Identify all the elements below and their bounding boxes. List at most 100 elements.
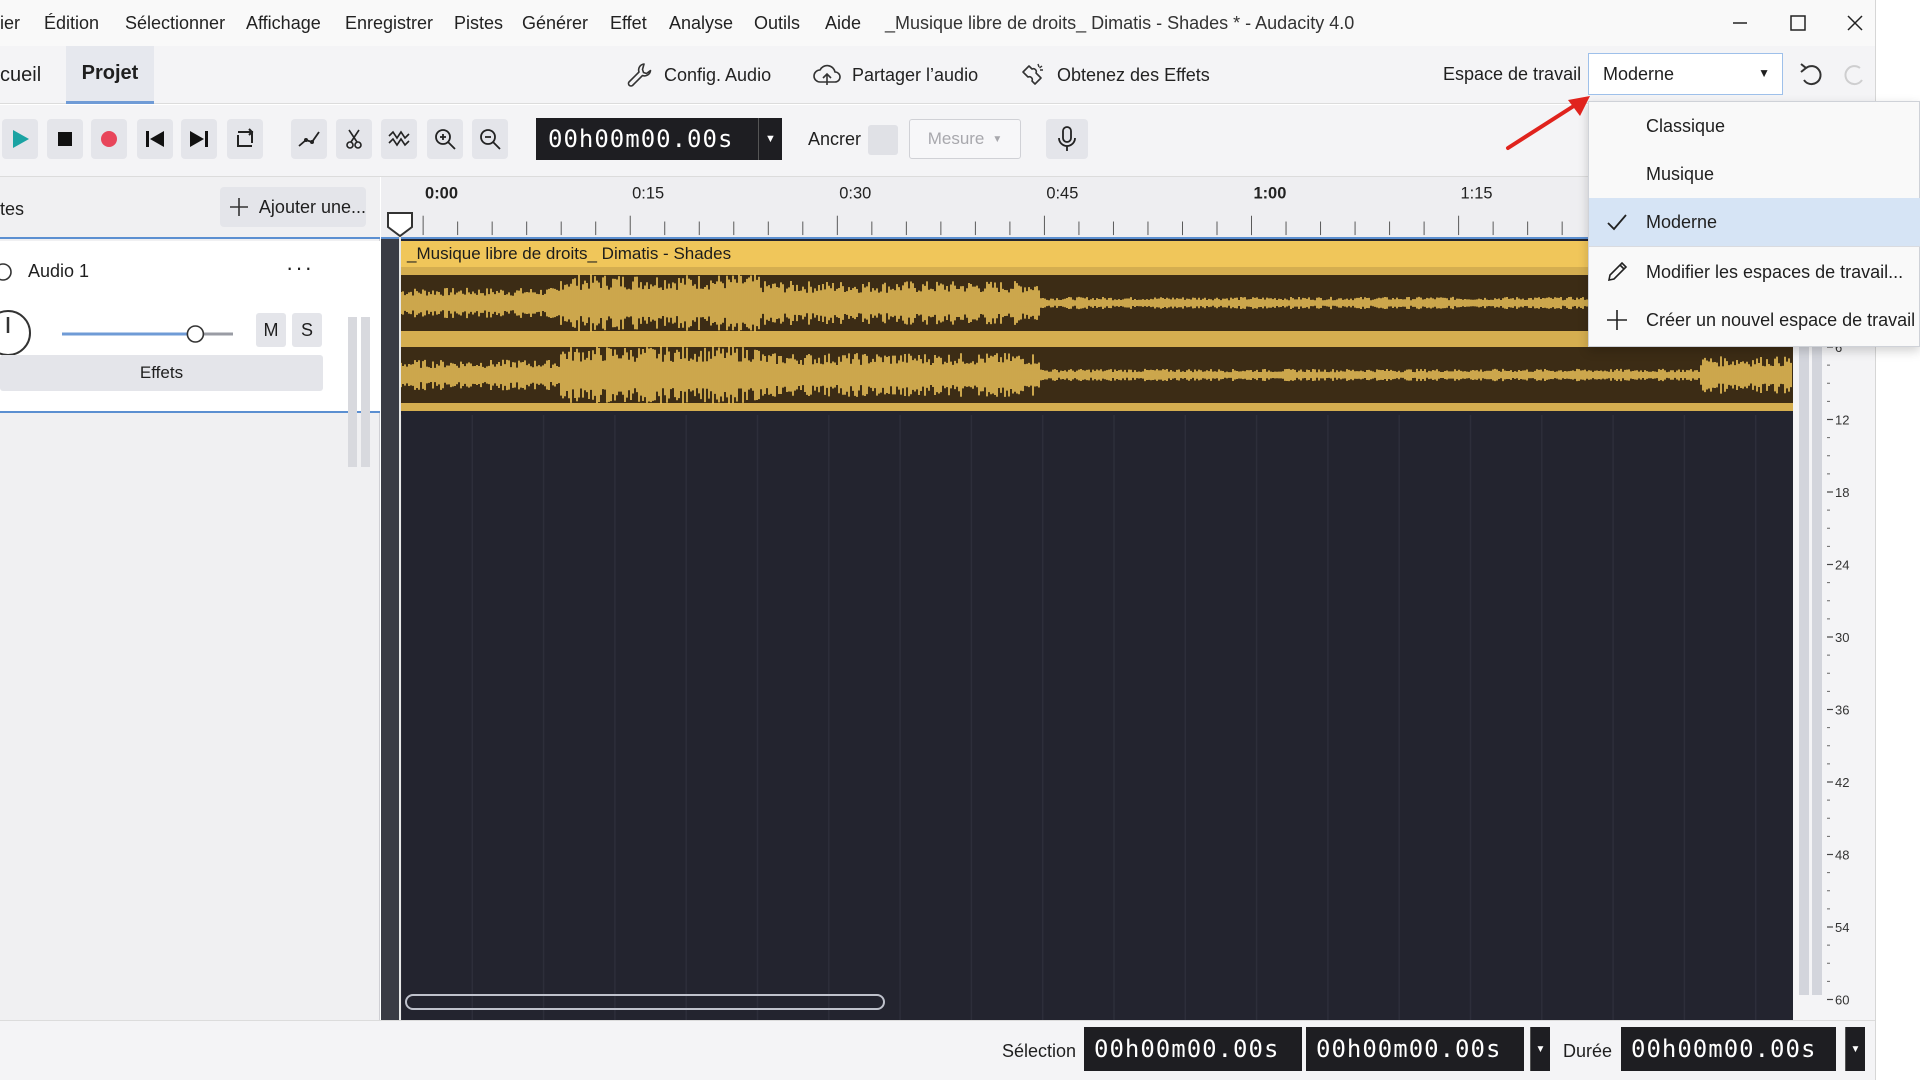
- zoom-in-button[interactable]: [427, 119, 463, 159]
- wrench-icon: [627, 63, 652, 87]
- stop-button[interactable]: [47, 119, 83, 159]
- time-display[interactable]: 00h00m00.00s: [536, 118, 758, 160]
- selection-label: Sélection: [1002, 1041, 1077, 1061]
- workspace-option-edit[interactable]: Modifier les espaces de travail...: [1589, 248, 1920, 296]
- track-name[interactable]: Audio 1: [28, 261, 89, 282]
- menu-tracks[interactable]: Pistes: [454, 13, 503, 34]
- menu-record[interactable]: Enregistrer: [345, 13, 433, 34]
- menu-select[interactable]: Sélectionner: [125, 13, 225, 34]
- track-effects-button[interactable]: Effets: [0, 355, 323, 391]
- menu-generate[interactable]: Générer: [522, 13, 588, 34]
- skip-start-button[interactable]: [137, 119, 173, 159]
- snap-label: Ancrer: [808, 129, 862, 149]
- loop-button[interactable]: [227, 119, 263, 159]
- timeline-ruler[interactable]: 0:00 0:15 0:30 0:45 1:00 1:15: [381, 177, 1793, 239]
- timeline-area[interactable]: 0:00 0:15 0:30 0:45 1:00 1:15 _Musique libre …: [381, 177, 1793, 1020]
- audio-track-icon: [0, 263, 12, 281]
- scissors-icon: [346, 129, 362, 149]
- undo-icon: [1800, 63, 1822, 86]
- workspace-option-moderne[interactable]: Moderne: [1589, 198, 1920, 246]
- audio-clip[interactable]: _Musique libre de droits_ Dimatis - Shad…: [401, 241, 1793, 413]
- mic-button[interactable]: [1046, 119, 1088, 159]
- workspace-value: Moderne: [1603, 63, 1675, 84]
- menu-view[interactable]: Affichage: [246, 13, 321, 34]
- measure-dropdown[interactable]: Mesure ▼: [909, 119, 1021, 159]
- menu-file[interactable]: ier: [0, 13, 20, 34]
- selection-format-dropdown[interactable]: ▼: [1530, 1027, 1550, 1071]
- horizontal-scrollbar[interactable]: [405, 994, 885, 1010]
- duration-format-dropdown[interactable]: ▼: [1845, 1027, 1865, 1071]
- add-track-button[interactable]: Ajouter une...: [220, 187, 366, 227]
- track-gutter: [381, 239, 401, 1020]
- redo-icon: [1844, 65, 1863, 86]
- split-tool-button[interactable]: [336, 119, 372, 159]
- zoom-out-button[interactable]: [472, 119, 508, 159]
- time-format-dropdown[interactable]: ▼: [758, 118, 782, 160]
- menu-tools[interactable]: Outils: [754, 13, 800, 34]
- mute-button[interactable]: M: [256, 313, 286, 347]
- menu-help[interactable]: Aide: [825, 13, 861, 34]
- volume-thumb[interactable]: [186, 325, 205, 343]
- meter-label: 12: [1835, 413, 1849, 428]
- waveform[interactable]: [401, 267, 1793, 411]
- meter-label: 36: [1835, 703, 1849, 718]
- track-resize-handle[interactable]: [348, 317, 372, 467]
- meter-label: 54: [1835, 920, 1849, 935]
- measure-label: Mesure: [927, 129, 985, 148]
- clip-title[interactable]: _Musique libre de droits_ Dimatis - Shad…: [401, 241, 1793, 267]
- duration-time[interactable]: 00h00m00.00s: [1621, 1027, 1836, 1071]
- annotation-arrow-icon: [1506, 96, 1590, 150]
- redo-button[interactable]: [1837, 56, 1873, 92]
- close-button[interactable]: [1832, 6, 1878, 40]
- skip-end-button[interactable]: [181, 119, 217, 159]
- get-effects-label: Obtenez des Effets: [1057, 64, 1210, 85]
- ruler-label: 1:00: [1253, 184, 1286, 202]
- playhead-handle-icon[interactable]: [386, 211, 414, 239]
- undo-button[interactable]: [1793, 56, 1829, 92]
- meter-label: 24: [1835, 558, 1849, 573]
- share-audio-label: Partager l’audio: [852, 64, 979, 85]
- waveform-band: [401, 267, 1793, 275]
- playhead[interactable]: [399, 217, 401, 1020]
- multi-tool-button[interactable]: [381, 119, 417, 159]
- tab-home[interactable]: cueil: [0, 46, 55, 104]
- audio-setup-button[interactable]: Config. Audio: [624, 60, 771, 90]
- maximize-button[interactable]: [1775, 6, 1821, 40]
- volume-slider[interactable]: [60, 325, 235, 343]
- menu-effect[interactable]: Effet: [610, 13, 647, 34]
- minimize-button[interactable]: [1717, 6, 1763, 40]
- menu-edit[interactable]: Édition: [44, 13, 99, 34]
- more-options-icon[interactable]: ···: [286, 255, 314, 281]
- track-panel: tes Ajouter une... Audio 1 ··· M S Effet…: [0, 177, 380, 1020]
- selection-end-time[interactable]: 00h00m00.00s: [1306, 1027, 1524, 1071]
- ruler-label: 0:00: [425, 184, 458, 202]
- empty-track-area[interactable]: [401, 415, 1793, 1020]
- add-track-label: Ajouter une...: [258, 196, 366, 217]
- selection-start-time[interactable]: 00h00m00.00s: [1084, 1027, 1302, 1071]
- meter-label: 60: [1835, 993, 1849, 1008]
- tab-project[interactable]: Projet: [66, 46, 154, 104]
- ruler-label: 0:30: [839, 184, 871, 202]
- workspace-select[interactable]: Moderne ▼: [1588, 53, 1783, 95]
- snap-checkbox[interactable]: [868, 125, 898, 155]
- get-effects-button[interactable]: Obtenez des Effets: [1017, 60, 1210, 90]
- record-button[interactable]: [91, 119, 127, 159]
- workspace-option-musique[interactable]: Musique: [1589, 150, 1920, 198]
- menu-bar: ier Édition Sélectionner Affichage Enreg…: [0, 0, 1875, 46]
- workspace-option-create[interactable]: Créer un nouvel espace de travail: [1589, 296, 1920, 344]
- workspace-option-classique[interactable]: Classique: [1589, 102, 1920, 150]
- window-title: _Musique libre de droits_ Dimatis - Shad…: [885, 13, 1355, 33]
- solo-button[interactable]: S: [292, 313, 322, 347]
- ruler-label: 0:15: [632, 184, 664, 202]
- ruler-label: 1:15: [1461, 184, 1493, 202]
- pencil-icon: [1607, 261, 1628, 282]
- track-header[interactable]: Audio 1 ··· M S Effets: [0, 241, 380, 467]
- share-audio-button[interactable]: Partager l’audio: [812, 60, 978, 90]
- envelope-tool-button[interactable]: [291, 119, 327, 159]
- status-bar: Sélection 00h00m00.00s 00h00m00.00s ▼ Du…: [0, 1020, 1875, 1080]
- menu-analyze[interactable]: Analyse: [669, 13, 733, 34]
- option-label: Musique: [1646, 164, 1715, 184]
- pan-knob[interactable]: [0, 307, 34, 359]
- play-button[interactable]: [2, 119, 38, 159]
- waveform-channel: [401, 274, 1792, 332]
